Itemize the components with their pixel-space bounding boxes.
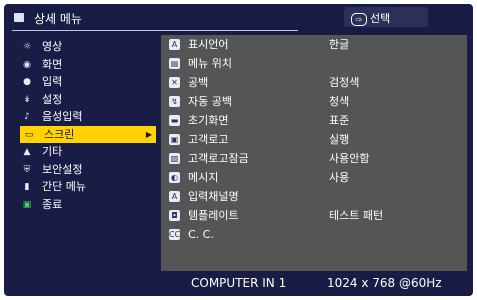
template-icon: ◘	[169, 210, 180, 221]
submenu-item-value: 실행	[329, 133, 350, 146]
source-name-icon: A	[169, 191, 180, 202]
menu-item-label: 기타	[42, 145, 63, 158]
menu-item-label: 종료	[42, 197, 63, 211]
message-icon: ◐	[169, 172, 180, 183]
submenu-item-label: 자동 공백	[188, 95, 232, 108]
select-label: 선택	[370, 12, 391, 25]
menu-header: 상세 메뉴 ⇨ 선택	[4, 4, 473, 34]
submenu-item-menu-position[interactable]: ▤ 메뉴 위치	[161, 54, 467, 73]
menu-item-screen[interactable]: ▭ 스크린 ▶	[20, 125, 156, 143]
menu-item-image[interactable]: ☼ 영상	[18, 38, 168, 56]
submenu-item-label: C. C.	[188, 228, 214, 241]
submenu-item-message[interactable]: ◐ 메시지 사용	[161, 168, 467, 187]
my-screen-lock-icon: ▨	[169, 153, 180, 164]
submenu-item-value: 검정색	[329, 76, 360, 89]
easy-menu-icon: ▮	[24, 182, 30, 192]
submenu-item-my-screen[interactable]: ▣ 고객로고 실행	[161, 130, 467, 149]
menu-item-security[interactable]: ⛨ 보안설정	[18, 161, 168, 179]
input-icon: ●	[23, 77, 31, 87]
menu-title: 상세 메뉴	[34, 12, 82, 26]
submenu-item-label: 고객로고	[188, 133, 229, 146]
option-icon: ▲	[23, 147, 31, 157]
security-icon: ⛨	[23, 164, 31, 175]
menu-item-label: 영상	[42, 40, 63, 53]
menu-item-label: 간단 메뉴	[42, 180, 86, 193]
submenu-item-label: 공백	[188, 76, 209, 89]
menu-item-setup[interactable]: ↡ 설정	[18, 91, 168, 109]
menu-item-label: 설정	[42, 92, 63, 106]
submenu-arrow-icon: ▶	[145, 129, 152, 139]
menu-item-easy-menu[interactable]: ▮ 간단 메뉴	[18, 178, 168, 196]
menu-item-label: 음성입력	[42, 110, 83, 123]
submenu-item-auto-blank[interactable]: ↯ 자동 공백 청색	[161, 92, 467, 111]
projector-menu-screen: 상세 메뉴 ⇨ 선택 ☼ 영상 ◉ 화면 ● 입력 ↡ 설정 ♪ 음성입력 ▭ 스크린 ▶ ▲ 기…	[4, 4, 473, 296]
enter-key-icon: ⇨	[351, 12, 367, 26]
menu-item-display[interactable]: ◉ 화면	[18, 56, 168, 74]
submenu-item-label: 초기화면	[188, 114, 229, 127]
audio-icon: ♪	[24, 112, 30, 122]
exit-icon: ▣	[22, 199, 32, 210]
submenu-item-value: 청색	[329, 95, 350, 108]
setup-icon: ↡	[23, 94, 31, 105]
submenu-item-label: 입력채널명	[188, 190, 239, 203]
menu-position-icon: ▤	[169, 58, 180, 69]
submenu-item-blank[interactable]: ✕ 공백 검정색	[161, 73, 467, 92]
auto-blank-icon: ↯	[169, 96, 180, 107]
screen-icon: ◉	[23, 59, 31, 70]
menu-item-option[interactable]: ▲ 기타	[18, 143, 168, 161]
submenu-item-label: 표시언어	[188, 38, 229, 51]
submenu-item-value: 사용	[329, 171, 350, 184]
menu-item-audio[interactable]: ♪ 음성입력	[18, 108, 168, 126]
menu-item-label: 화면	[42, 57, 63, 71]
screen-submenu-panel: A 표시언어 한글 ▤ 메뉴 위치 ✕ 공백 검정색 ↯ 자동 공백 청색 ▬ 초기화면 표준 ▣…	[161, 35, 467, 271]
start-up-icon: ▬	[169, 115, 180, 126]
my-screen-icon: ▣	[169, 134, 180, 145]
submenu-item-template[interactable]: ◘ 템플레이트 테스트 패턴	[161, 206, 467, 225]
screen-menu-icon: ▭	[24, 129, 34, 140]
submenu-item-label: 고객로고잠금	[188, 152, 249, 165]
brightness-icon: ☼	[22, 42, 32, 52]
submenu-item-value: 테스트 패턴	[329, 209, 384, 222]
submenu-item-value: 사용안함	[329, 152, 370, 165]
closed-caption-icon: CC	[169, 229, 181, 240]
submenu-item-label: 메시지	[188, 171, 219, 184]
menu-icon	[14, 13, 24, 22]
menu-item-label: 스크린	[44, 127, 75, 141]
submenu-item-value: 한글	[329, 38, 350, 51]
submenu-item-start-up[interactable]: ▬ 초기화면 표준	[161, 111, 467, 130]
header-divider	[12, 30, 298, 31]
menu-item-label: 보안설정	[42, 162, 83, 176]
submenu-item-source-name[interactable]: A 입력채널명	[161, 187, 467, 206]
blank-icon: ✕	[169, 77, 180, 88]
submenu-item-language[interactable]: A 표시언어 한글	[161, 35, 467, 54]
submenu-item-my-screen-lock[interactable]: ▨ 고객로고잠금 사용안함	[161, 149, 467, 168]
main-menu-list: ☼ 영상 ◉ 화면 ● 입력 ↡ 설정 ♪ 음성입력 ▭ 스크린 ▶ ▲ 기타 ⛨ 보안설정 ▮ 간…	[18, 38, 168, 213]
language-icon: A	[169, 39, 180, 50]
menu-item-label: 입력	[42, 75, 63, 88]
submenu-item-label: 메뉴 위치	[188, 57, 232, 70]
menu-item-input[interactable]: ● 입력	[18, 73, 168, 91]
menu-item-exit[interactable]: ▣ 종료	[18, 196, 168, 214]
input-source-label: COMPUTER IN 1	[191, 276, 287, 290]
submenu-item-label: 템플레이트	[188, 209, 239, 222]
submenu-item-value: 표준	[329, 114, 350, 127]
select-hint: ⇨ 선택	[351, 10, 390, 26]
signal-status-bar: COMPUTER IN 1 1024 x 768 @60Hz	[161, 271, 467, 295]
resolution-label: 1024 x 768 @60Hz	[327, 276, 442, 290]
submenu-item-closed-caption[interactable]: CC C. C.	[161, 225, 467, 244]
